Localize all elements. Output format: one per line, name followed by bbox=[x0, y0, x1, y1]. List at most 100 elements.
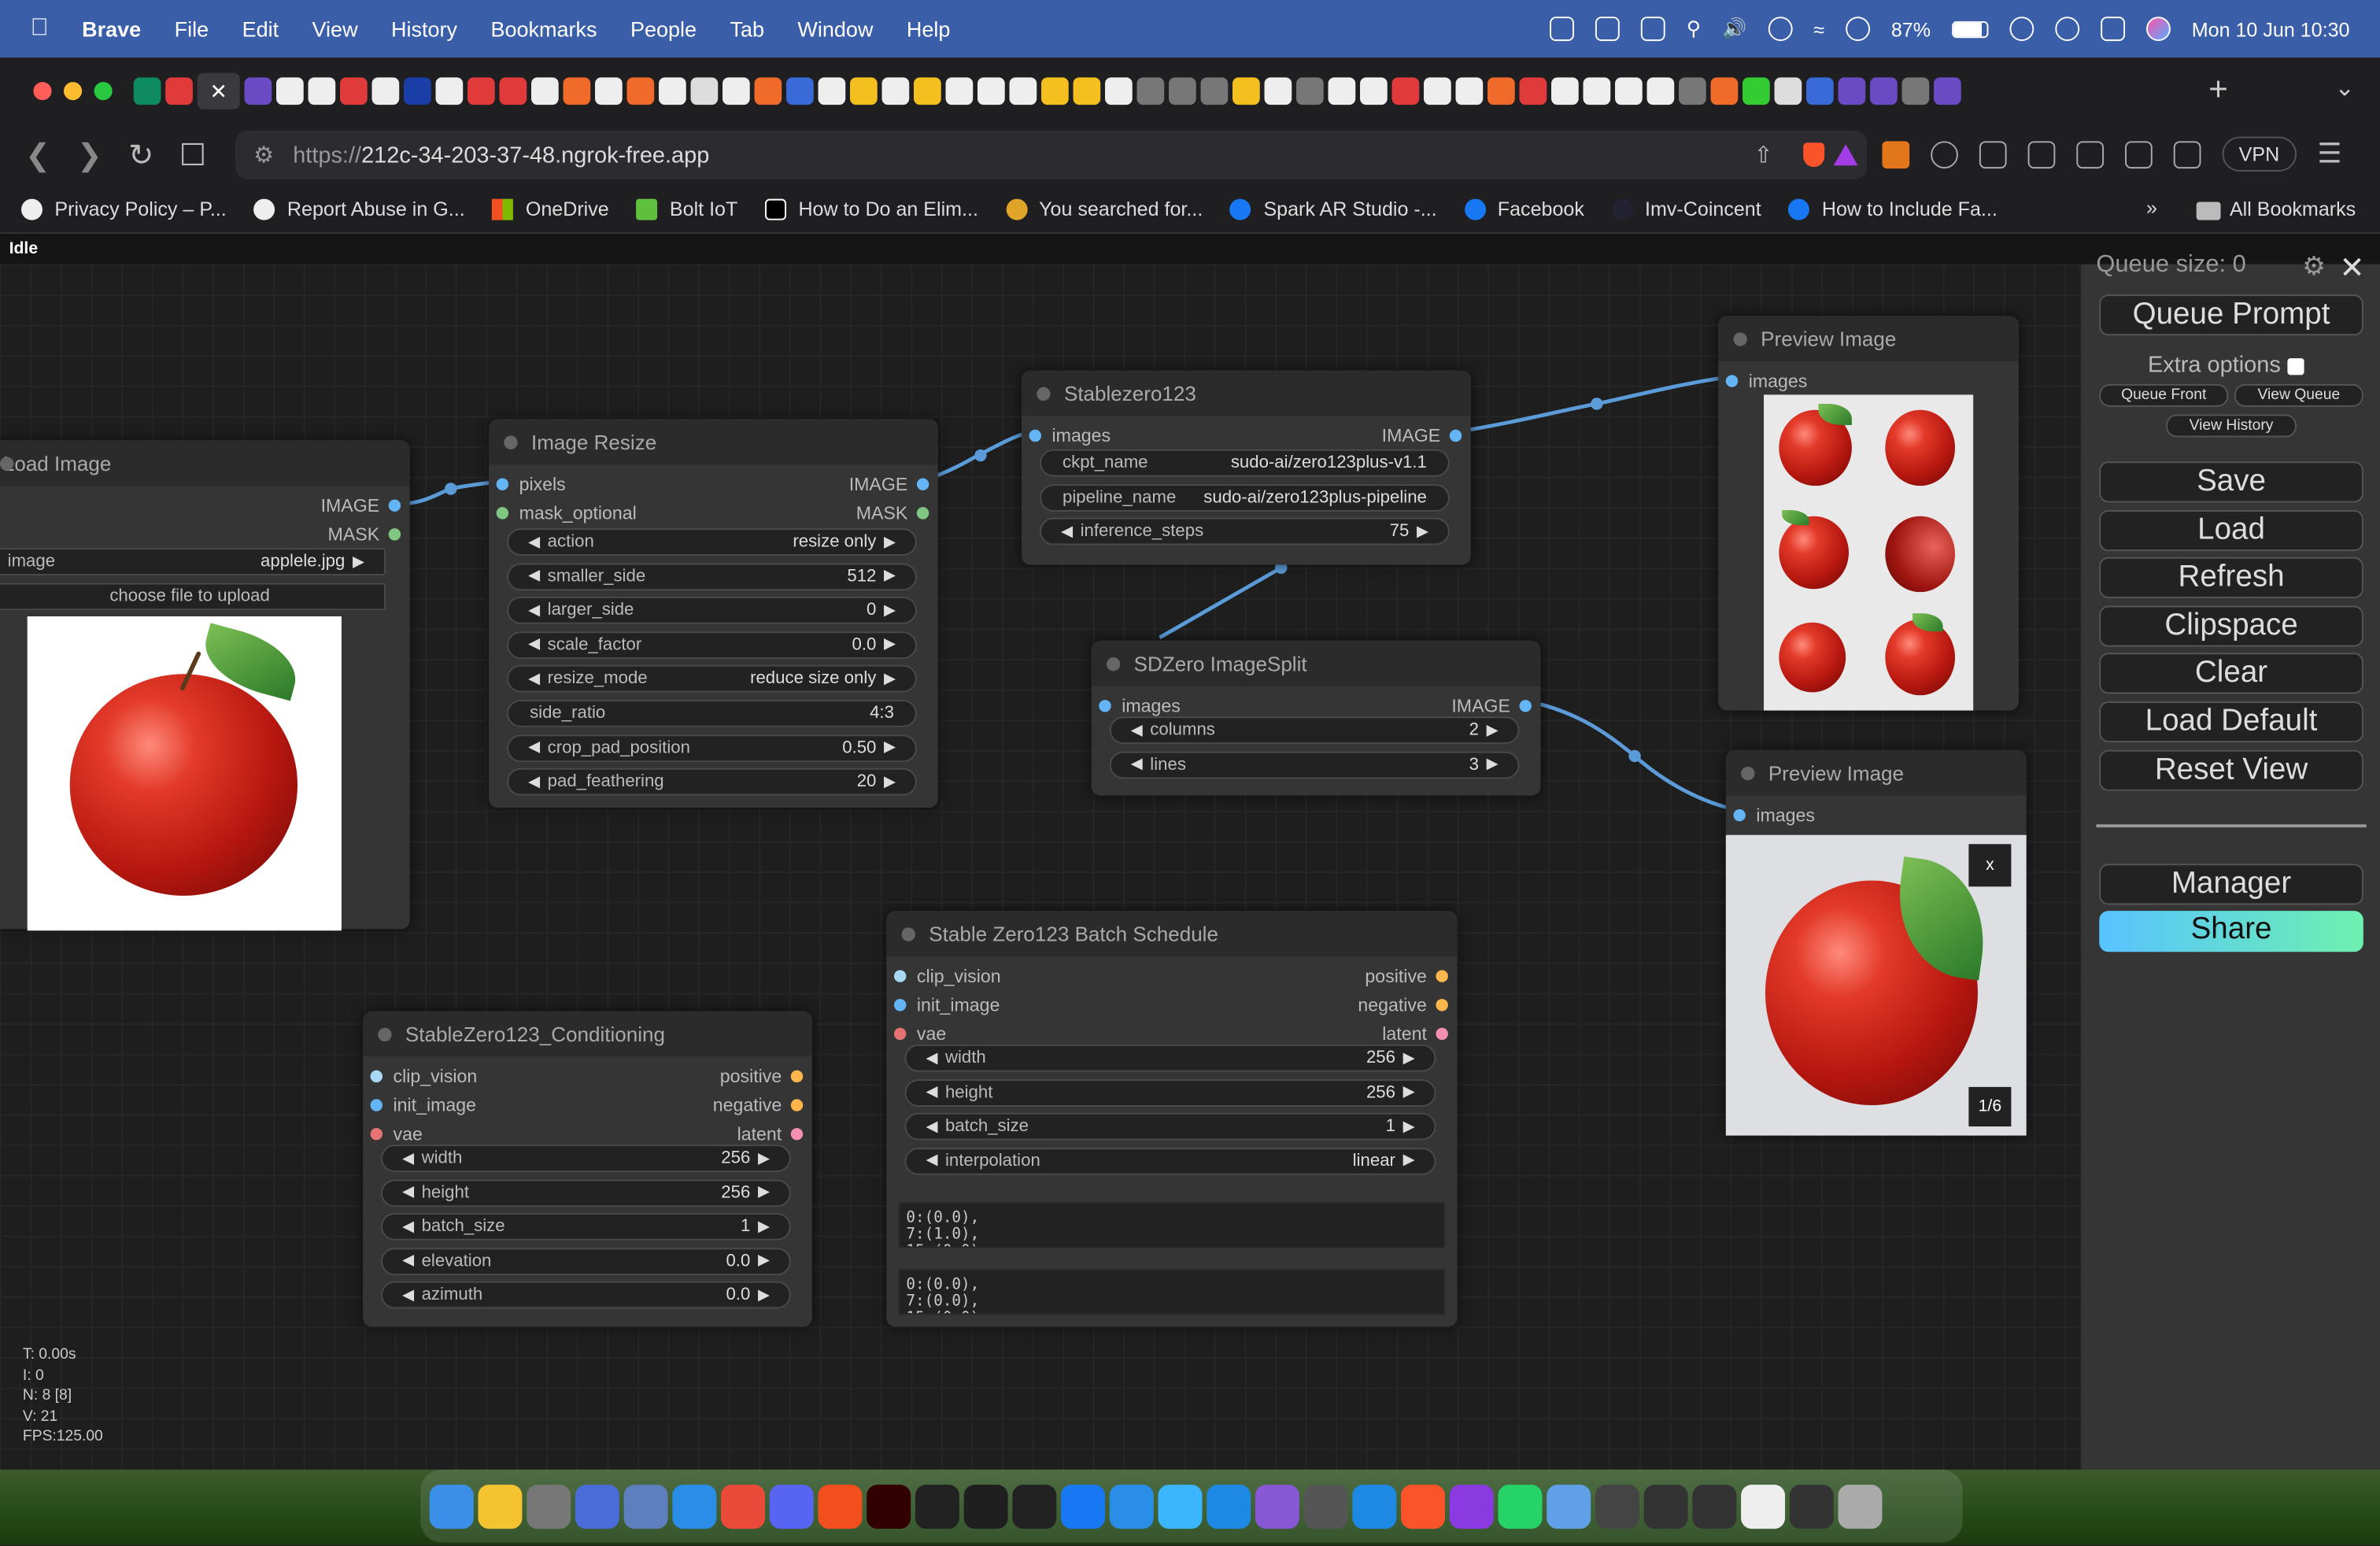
arrow-left-icon[interactable]: ◀ bbox=[528, 637, 540, 653]
bookmark-icon[interactable]: ☐ bbox=[167, 136, 219, 174]
node-preview-image[interactable]: Preview Image images x 1/6 bbox=[1725, 749, 2027, 1136]
bookmark-item[interactable]: Spark AR Studio -... bbox=[1230, 198, 1437, 220]
menu-bookmarks[interactable]: Bookmarks bbox=[490, 17, 597, 41]
node-sdzero-imagesplit[interactable]: SDZero ImageSplit images IMAGE ◀ columns 2… bbox=[1091, 640, 1541, 796]
input-pixels[interactable]: pixels bbox=[496, 474, 566, 495]
node-conditioning[interactable]: StableZero123_Conditioning clip_vision po… bbox=[362, 1011, 812, 1327]
slot-dot[interactable] bbox=[496, 478, 509, 490]
spotlight-search-icon[interactable]: ⚲ bbox=[1687, 17, 1701, 41]
close-preview-button[interactable]: x bbox=[1968, 844, 2012, 887]
tab-favicon-icon[interactable] bbox=[404, 77, 431, 105]
arrow-left-icon[interactable]: ◀ bbox=[402, 1184, 414, 1200]
window-icon[interactable] bbox=[1741, 1484, 1786, 1529]
arrow-right-icon[interactable]: ▶ bbox=[1487, 722, 1499, 738]
tab-list-chevron-icon[interactable]: ⌄ bbox=[2334, 73, 2355, 104]
new-tab-button[interactable]: + bbox=[2208, 70, 2228, 109]
slot-dot[interactable] bbox=[893, 1027, 907, 1041]
tab-favicon-icon[interactable] bbox=[722, 77, 750, 105]
arrow-left-icon[interactable]: ◀ bbox=[402, 1150, 414, 1167]
bookmarks-overflow-button[interactable]: » bbox=[2146, 196, 2157, 219]
tab-favicon-icon[interactable] bbox=[595, 77, 623, 105]
azimuth-schedule-textarea[interactable]: 0:(0.0), 7:(0.0), 15:(0.0) bbox=[898, 1269, 1446, 1315]
input-slot[interactable]: init_image bbox=[370, 1095, 476, 1116]
slot-dot[interactable] bbox=[1725, 375, 1739, 387]
tab-favicon-icon[interactable] bbox=[1710, 77, 1739, 105]
node-title[interactable]: Preview Image bbox=[1718, 316, 2020, 362]
tab-favicon-icon[interactable] bbox=[1901, 77, 1930, 105]
illustrator-icon[interactable] bbox=[867, 1484, 911, 1529]
tab-favicon-icon[interactable] bbox=[371, 77, 400, 105]
metamask-icon[interactable] bbox=[1882, 140, 1910, 168]
arrow-right-icon[interactable]: ▶ bbox=[758, 1150, 770, 1167]
arrow-right-icon[interactable]: ▶ bbox=[884, 637, 896, 653]
slot-dot[interactable] bbox=[790, 1127, 804, 1141]
widget-width[interactable]: ◀ width 256 ▶ bbox=[381, 1145, 791, 1172]
output-image[interactable]: IMAGE bbox=[321, 495, 401, 516]
input-images[interactable]: images bbox=[1099, 695, 1181, 716]
arrow-left-icon[interactable]: ◀ bbox=[528, 774, 540, 790]
finder-icon[interactable] bbox=[429, 1484, 474, 1529]
window-icon[interactable] bbox=[1692, 1484, 1737, 1529]
slot-dot[interactable] bbox=[1733, 808, 1746, 822]
slot-dot[interactable] bbox=[1099, 700, 1111, 712]
user-icon[interactable] bbox=[2009, 17, 2034, 42]
tab-favicon-icon[interactable] bbox=[468, 77, 495, 105]
queue-prompt-button[interactable]: Queue Prompt bbox=[2099, 294, 2363, 336]
tab-favicon-icon[interactable] bbox=[1296, 77, 1324, 105]
brave-rewards-icon[interactable] bbox=[1833, 144, 1858, 166]
bookmark-item[interactable]: Imv-Coincent bbox=[1611, 198, 1761, 220]
widget-width[interactable]: ◀ width 256 ▶ bbox=[904, 1044, 1436, 1072]
node-title[interactable]: StableZero123_Conditioning bbox=[362, 1011, 812, 1057]
close-window-button[interactable] bbox=[33, 82, 52, 101]
widget-side-ratio[interactable]: side_ratio 4:3 bbox=[507, 700, 917, 727]
widget-batch-size[interactable]: ◀ batch_size 1 ▶ bbox=[381, 1213, 791, 1241]
extra-options-checkbox[interactable] bbox=[2286, 357, 2304, 375]
preview-icon[interactable] bbox=[1352, 1484, 1397, 1529]
widget-ckpt-name[interactable]: ckpt_name sudo-ai/zero123plus-v1.1 bbox=[1040, 449, 1450, 477]
downloads-icon[interactable] bbox=[2076, 140, 2105, 168]
output-slot[interactable]: negative bbox=[713, 1095, 804, 1116]
load-button[interactable]: Load bbox=[2099, 510, 2363, 552]
widget-scale-factor[interactable]: ◀ scale_factor 0.0 ▶ bbox=[507, 631, 917, 659]
tab-favicon-icon[interactable] bbox=[1583, 77, 1611, 105]
reset-view-button[interactable]: Reset View bbox=[2099, 749, 2363, 791]
wallet-icon[interactable] bbox=[2173, 140, 2201, 168]
control-center-icon[interactable] bbox=[2101, 17, 2125, 42]
save-button[interactable]: Save bbox=[2099, 461, 2363, 503]
all-bookmarks-button[interactable]: All Bookmarks bbox=[2196, 198, 2356, 220]
arrow-right-icon[interactable]: ▶ bbox=[758, 1253, 770, 1270]
siri-icon[interactable] bbox=[2145, 17, 2171, 42]
menu-file[interactable]: File bbox=[175, 17, 209, 41]
menu-app-name[interactable]: Brave bbox=[82, 17, 141, 41]
tab-favicon-icon[interactable] bbox=[1934, 77, 1961, 105]
bookmark-item[interactable]: How to Include Fa... bbox=[1788, 198, 1998, 220]
output-slot[interactable]: positive bbox=[1365, 966, 1448, 987]
arrow-left-icon[interactable]: ◀ bbox=[528, 602, 540, 619]
tab-favicon-icon[interactable] bbox=[1488, 77, 1515, 105]
tab-favicon-icon[interactable] bbox=[276, 77, 304, 105]
arrow-right-icon[interactable]: ▶ bbox=[1487, 756, 1499, 773]
discord-icon[interactable] bbox=[769, 1484, 814, 1529]
widget-batch-size[interactable]: ◀ batch_size 1 ▶ bbox=[904, 1113, 1436, 1141]
menubar-clock[interactable]: Mon 10 Jun 10:30 bbox=[2192, 17, 2350, 40]
launchpad-icon[interactable] bbox=[478, 1484, 523, 1529]
cookie-extension-icon[interactable] bbox=[1931, 140, 1958, 168]
arrow-left-icon[interactable]: ◀ bbox=[528, 739, 540, 756]
extensions-icon[interactable] bbox=[1979, 140, 2007, 168]
tab-favicon-icon[interactable] bbox=[1232, 77, 1260, 105]
arrow-right-icon[interactable]: ▶ bbox=[758, 1219, 770, 1235]
node-title[interactable]: Preview Image bbox=[1725, 749, 2027, 796]
arrow-right-icon[interactable]: ▶ bbox=[758, 1184, 770, 1200]
back-icon[interactable]: ❮ bbox=[12, 136, 64, 174]
input-images[interactable]: images bbox=[1029, 425, 1111, 446]
tab-favicon-icon[interactable] bbox=[1455, 77, 1484, 105]
tab-favicon-icon[interactable] bbox=[1328, 77, 1356, 105]
tab-favicon-icon[interactable] bbox=[1615, 77, 1643, 105]
slot-dot[interactable] bbox=[1449, 429, 1462, 442]
share-button[interactable]: Share bbox=[2099, 911, 2363, 952]
arrow-left-icon[interactable]: ◀ bbox=[528, 568, 540, 584]
vpn-app-icon[interactable] bbox=[1449, 1484, 1494, 1529]
bookmark-item[interactable]: Report Abuse in G... bbox=[253, 198, 465, 220]
arrow-left-icon[interactable]: ◀ bbox=[1131, 756, 1143, 773]
arrow-left-icon[interactable]: ◀ bbox=[1061, 523, 1073, 540]
